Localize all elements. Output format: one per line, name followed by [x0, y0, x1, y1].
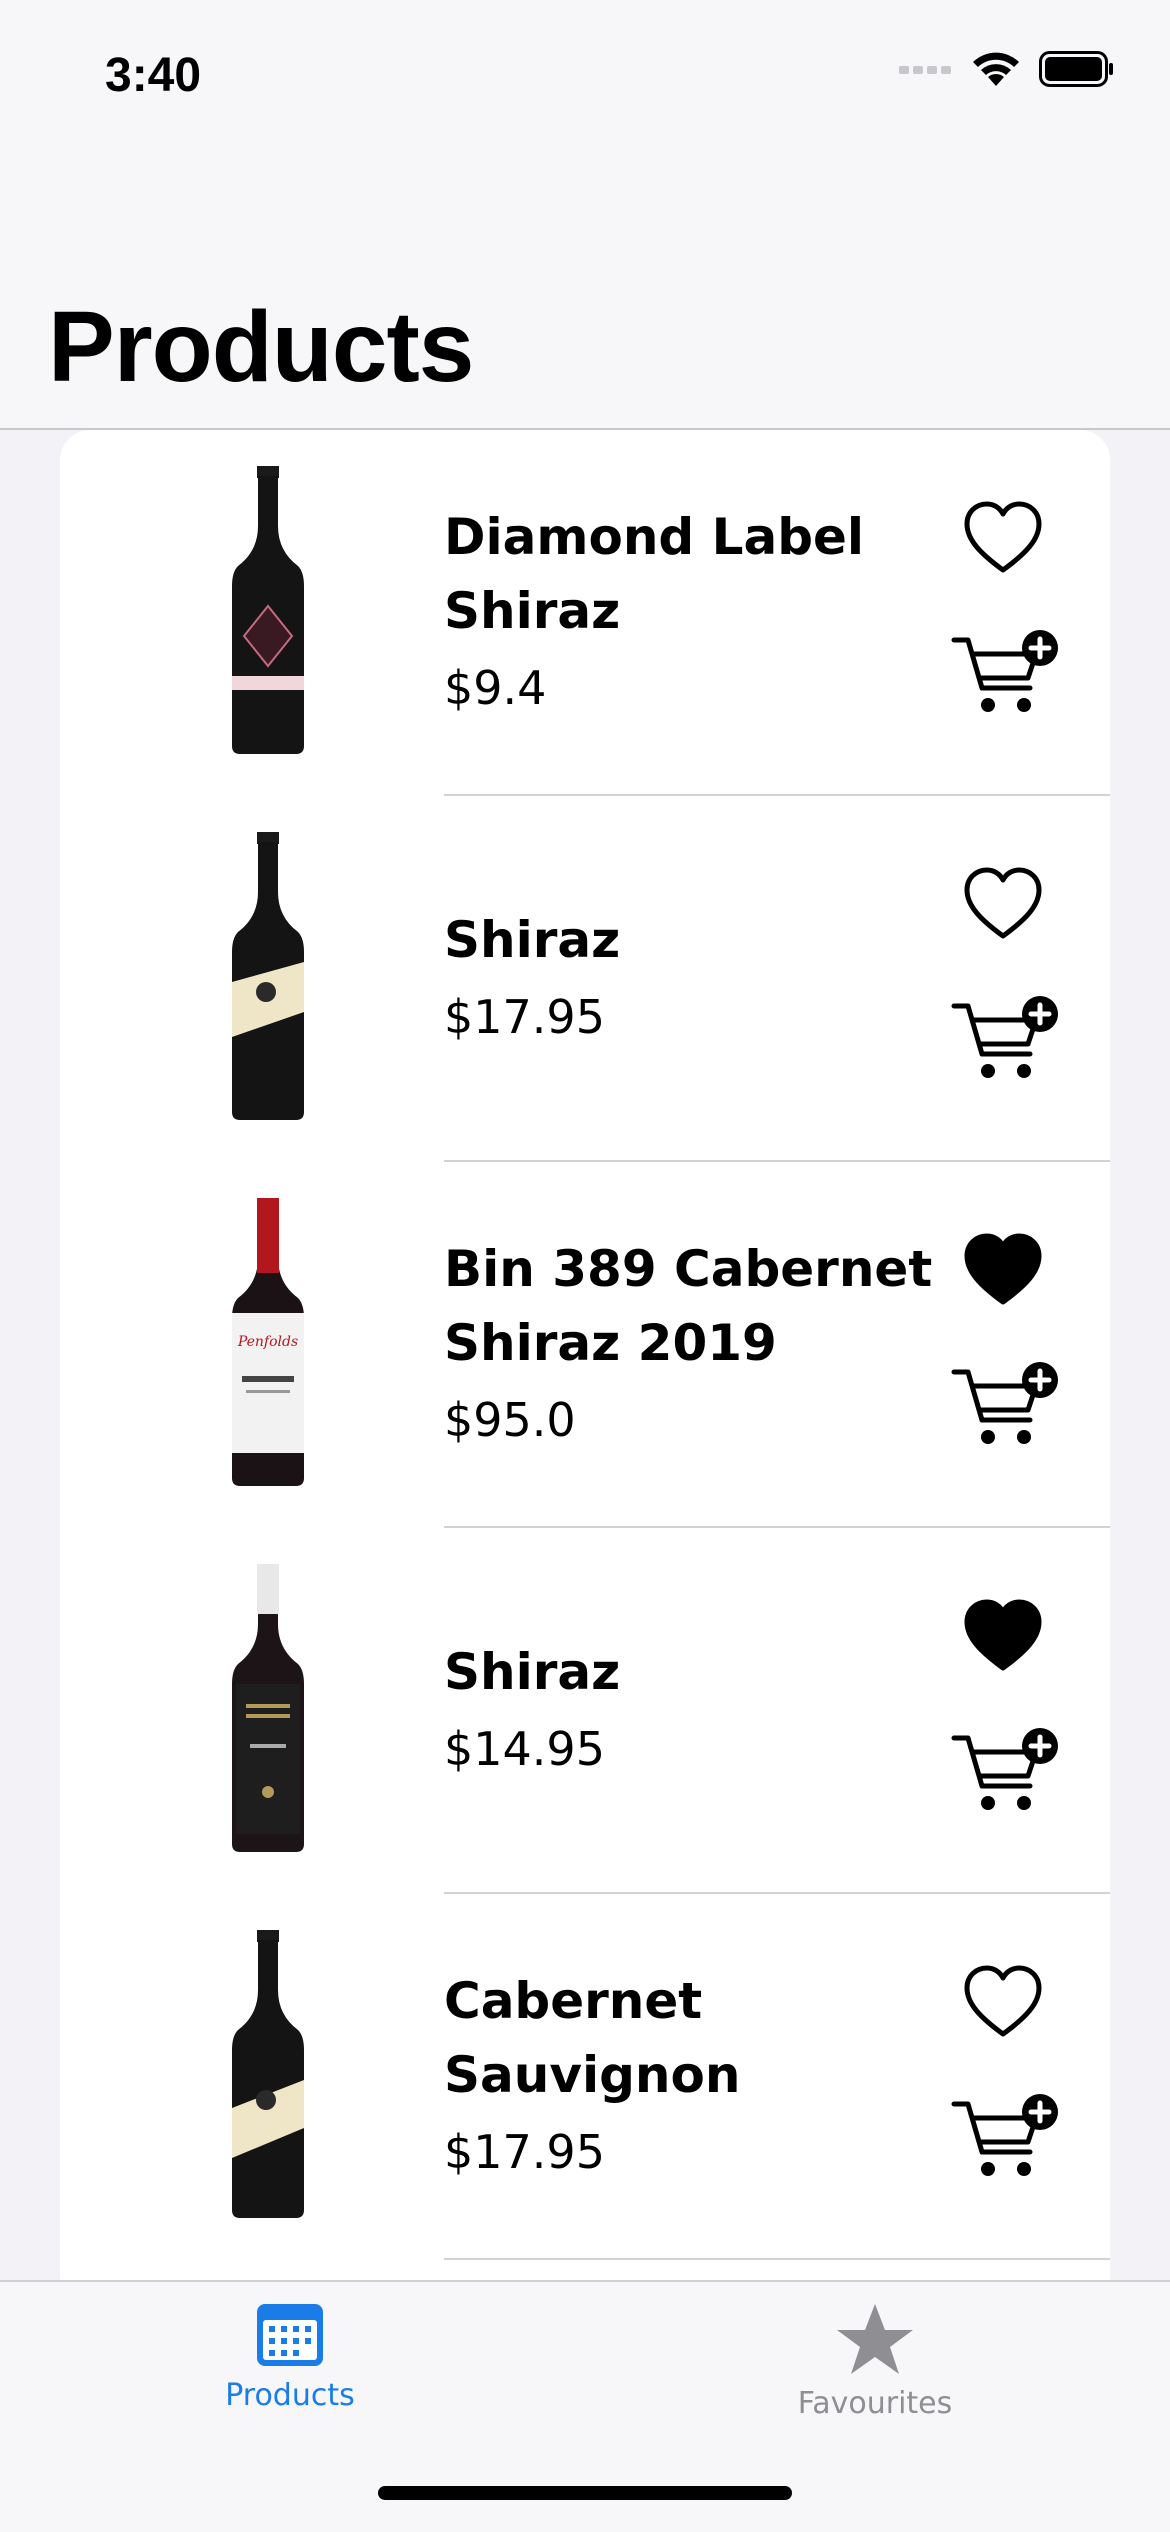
tab-favourites[interactable]: Favourites: [725, 2302, 1025, 2421]
heart-outline-icon[interactable]: [963, 500, 1043, 574]
heart-outline-icon[interactable]: [963, 1964, 1043, 2038]
product-price: $9.4: [444, 661, 547, 715]
wine-bottle-image: [232, 1564, 304, 1852]
list-item[interactable]: Penfolds Bin 389 Cabernet Shiraz 2019 $9…: [60, 1162, 1110, 1528]
list-item[interactable]: Shiraz $14.95: [60, 1528, 1110, 1894]
wine-bottle-image: [232, 1930, 304, 2218]
product-name: Shiraz: [444, 1643, 621, 1701]
wifi-icon: [973, 52, 1019, 86]
status-time: 3:40: [105, 49, 202, 102]
list-item[interactable]: Cabernet Sauvignon $17.95: [60, 1894, 1110, 2260]
home-indicator[interactable]: [378, 2486, 792, 2500]
heart-filled-icon[interactable]: [963, 1598, 1043, 1672]
add-to-cart-icon[interactable]: [950, 996, 1060, 1088]
star-icon: [837, 2304, 913, 2374]
heart-filled-icon[interactable]: [963, 1232, 1043, 1306]
product-info: Shiraz $17.95: [444, 796, 964, 1160]
product-price: $14.95: [444, 1722, 605, 1776]
calendar-icon: [257, 2304, 323, 2366]
list-item[interactable]: Shiraz $17.95: [60, 796, 1110, 1162]
tab-products[interactable]: Products: [140, 2302, 440, 2413]
status-icons: [899, 50, 1115, 88]
heart-outline-icon[interactable]: [963, 866, 1043, 940]
add-to-cart-icon[interactable]: [950, 1362, 1060, 1454]
list-item[interactable]: Diamond Label Shiraz $9.4: [60, 430, 1110, 796]
product-info: Cabernet Sauvignon $17.95: [444, 1894, 964, 2258]
tab-label: Products: [225, 2378, 355, 2413]
add-to-cart-icon[interactable]: [950, 630, 1060, 722]
tab-label: Favourites: [797, 2386, 953, 2421]
nav-header: Products: [0, 140, 1170, 430]
product-price: $17.95: [444, 2125, 605, 2179]
product-price: $17.95: [444, 990, 605, 1044]
product-name: Diamond Label Shiraz: [444, 508, 865, 640]
product-name: Shiraz: [444, 911, 621, 969]
wine-bottle-image: [232, 466, 304, 754]
wine-bottle-image: Penfolds: [232, 1198, 304, 1486]
product-info: Shiraz $14.95: [444, 1528, 964, 1892]
battery-icon: [1039, 51, 1113, 87]
row-divider: [444, 2258, 1110, 2260]
product-info: Bin 389 Cabernet Shiraz 2019 $95.0: [444, 1162, 964, 1526]
page-title: Products: [48, 291, 474, 403]
add-to-cart-icon[interactable]: [950, 2094, 1060, 2186]
svg-text:Penfolds: Penfolds: [237, 1334, 298, 1350]
add-to-cart-icon[interactable]: [950, 1728, 1060, 1820]
signal-icon: [899, 66, 951, 74]
wine-bottle-image: [232, 832, 304, 1120]
product-name: Cabernet Sauvignon: [444, 1972, 741, 2104]
product-price: $95.0: [444, 1393, 576, 1447]
status-bar: 3:40: [0, 0, 1170, 140]
product-info: Diamond Label Shiraz $9.4: [444, 430, 964, 794]
product-name: Bin 389 Cabernet Shiraz 2019: [444, 1240, 933, 1372]
product-list[interactable]: Diamond Label Shiraz $9.4 Shiraz $17.95: [60, 430, 1110, 2280]
